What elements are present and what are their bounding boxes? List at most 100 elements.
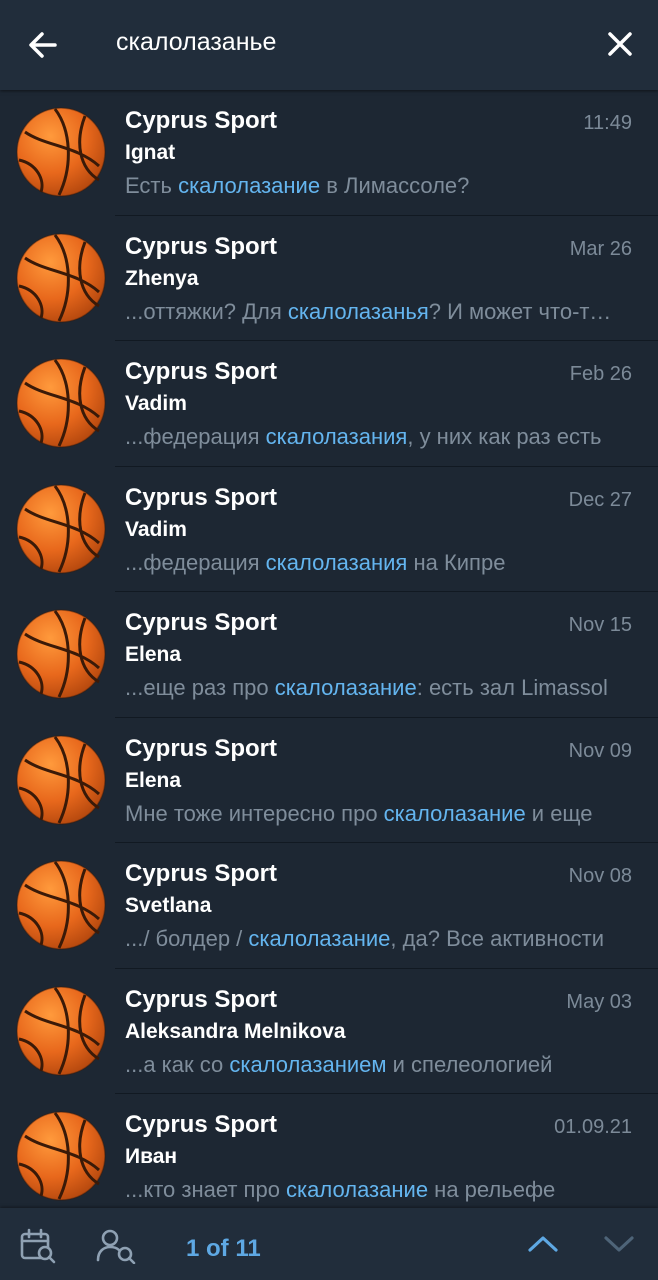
message-sender: Vadim <box>125 392 187 415</box>
snippet-text: : есть зал Limassol <box>416 675 608 700</box>
message-sender: Svetlana <box>125 894 212 917</box>
message-sender: Иван <box>125 1145 178 1168</box>
snippet-text: ...кто знает про <box>125 1177 287 1202</box>
search-header: скалолазанье <box>0 0 658 90</box>
user-search-button[interactable] <box>96 1228 138 1269</box>
chat-title: Cyprus Sport <box>125 985 278 1013</box>
message-snippet: Есть скалолазание в Лимассоле? <box>125 173 615 199</box>
message-sender: Ignat <box>125 141 176 164</box>
avatar <box>15 232 107 324</box>
search-result-row[interactable]: Cyprus Sport 01.09.21 Иван ...кто знает про… <box>0 1094 658 1208</box>
chevron-down-icon <box>604 1236 634 1252</box>
basketball-icon <box>16 358 106 448</box>
search-match: скалолазания <box>265 549 408 575</box>
snippet-text: ...еще раз про <box>125 675 275 700</box>
chat-title: Cyprus Sport <box>125 1111 278 1138</box>
avatar <box>15 859 107 951</box>
search-result-row[interactable]: Cyprus Sport 11:49 Ignat Есть скалолазание … <box>0 90 658 216</box>
chat-title: Cyprus Sport <box>125 483 278 511</box>
chat-title: Cyprus Sport <box>125 358 278 385</box>
message-snippet: ...еще раз про скалолазание: есть зал Li… <box>125 675 615 701</box>
search-match: скалолазание <box>178 173 321 198</box>
snippet-text: ...оттяжки? Для <box>125 298 288 324</box>
basketball-icon <box>16 232 106 323</box>
clear-search-button[interactable] <box>598 22 642 66</box>
snippet-text: в Лимассоле? <box>320 173 470 198</box>
message-sender: Elena <box>125 768 182 792</box>
back-button[interactable] <box>20 22 66 68</box>
search-navigation-bar: 1 of 11 <box>0 1208 658 1280</box>
basketball-icon <box>16 483 106 574</box>
snippet-text: , да? Все активности <box>390 926 604 951</box>
chat-title: Cyprus Sport <box>125 734 278 762</box>
message-date: Nov 09 <box>568 739 632 762</box>
chat-title: Cyprus Sport <box>125 609 278 636</box>
message-date: Nov 15 <box>568 614 632 636</box>
message-date: 01.09.21 <box>554 1116 632 1138</box>
basketball-icon <box>16 734 106 825</box>
avatar <box>15 1110 107 1202</box>
snippet-text: и еще <box>525 800 593 826</box>
search-result-row[interactable]: Cyprus Sport Nov 09 Elena Мне тоже интересн… <box>0 718 658 843</box>
next-result-button[interactable] <box>602 1232 636 1261</box>
snippet-text: ...федерация <box>125 549 266 575</box>
avatar <box>15 483 107 575</box>
snippet-text: ...а как со <box>125 1051 230 1077</box>
search-result-row[interactable]: Cyprus Sport Nov 08 Svetlana .../ болдер / … <box>0 843 658 969</box>
basketball-icon <box>16 985 106 1076</box>
message-sender: Vadim <box>125 517 187 541</box>
snippet-text: Мне тоже интересно про <box>125 800 384 826</box>
chat-title: Cyprus Sport <box>125 860 278 887</box>
message-date: Mar 26 <box>569 237 632 260</box>
message-snippet: ...федерация скалолазания, у них как раз… <box>125 424 615 450</box>
message-date: Feb 26 <box>569 363 632 385</box>
avatar <box>15 734 107 826</box>
basketball-icon <box>16 860 106 950</box>
snippet-text: и спелеологией <box>386 1051 553 1077</box>
user-search-icon <box>96 1229 136 1265</box>
arrow-left-icon <box>29 32 57 58</box>
snippet-text: , у них как раз есть <box>407 424 602 449</box>
basketball-icon <box>16 107 106 197</box>
search-match: скалолазанием <box>229 1051 387 1077</box>
search-result-row[interactable]: Cyprus Sport Feb 26 Vadim ...федерация скал… <box>0 341 658 467</box>
search-match: скалолазание <box>248 926 391 951</box>
snippet-text: на Кипре <box>407 549 506 575</box>
message-snippet: ...а как со скалолазанием и спелеологией <box>125 1052 615 1078</box>
calendar-search-button[interactable] <box>18 1228 58 1269</box>
search-match: скалолазание <box>274 675 417 700</box>
message-snippet: .../ болдер / скалолазание, да? Все акти… <box>125 926 615 952</box>
calendar-search-icon <box>20 1228 56 1264</box>
message-date: Dec 27 <box>568 488 632 511</box>
avatar <box>15 357 107 449</box>
search-result-row[interactable]: Cyprus Sport May 03 Aleksandra Melnikova..… <box>0 969 658 1094</box>
chat-title: Cyprus Sport <box>125 232 278 260</box>
search-results-list: Cyprus Sport 11:49 Ignat Есть скалолазание … <box>0 90 658 1208</box>
search-result-row[interactable]: Cyprus Sport Mar 26 Zhenya ...оттяжки? Для … <box>0 216 658 341</box>
search-input[interactable]: скалолазанье <box>116 28 276 57</box>
message-snippet: ...федерация скалолазания на Кипре <box>125 550 615 576</box>
chevron-up-icon <box>528 1236 558 1252</box>
basketball-icon <box>16 1111 106 1201</box>
avatar <box>15 985 107 1077</box>
search-result-row[interactable]: Cyprus Sport Dec 27 Vadim ...федерация скал… <box>0 467 658 592</box>
search-result-row[interactable]: Cyprus Sport Nov 15 Elena ...еще раз про ск… <box>0 592 658 718</box>
snippet-text: на рельефе <box>428 1177 556 1202</box>
snippet-text: .../ болдер / <box>125 926 249 951</box>
message-sender: Aleksandra Melnikova <box>125 1019 346 1043</box>
chat-title: Cyprus Sport <box>125 107 278 134</box>
message-date: May 03 <box>566 990 632 1013</box>
search-match: скалолазанья <box>287 298 429 324</box>
message-date: 11:49 <box>583 112 632 134</box>
message-snippet: Мне тоже интересно про скалолазание и ещ… <box>125 801 615 827</box>
snippet-text: Есть <box>125 173 179 198</box>
message-snippet: ...оттяжки? Для скалолазанья? И может чт… <box>125 299 615 325</box>
basketball-icon <box>16 609 106 699</box>
avatar <box>15 106 107 198</box>
close-icon <box>608 32 632 56</box>
search-match: скалолазание <box>286 1177 429 1202</box>
search-match: скалолазания <box>265 424 408 449</box>
message-snippet: ...кто знает про скалолазание на рельефе <box>125 1177 615 1203</box>
previous-result-button[interactable] <box>526 1232 560 1261</box>
message-date: Nov 08 <box>568 865 632 887</box>
